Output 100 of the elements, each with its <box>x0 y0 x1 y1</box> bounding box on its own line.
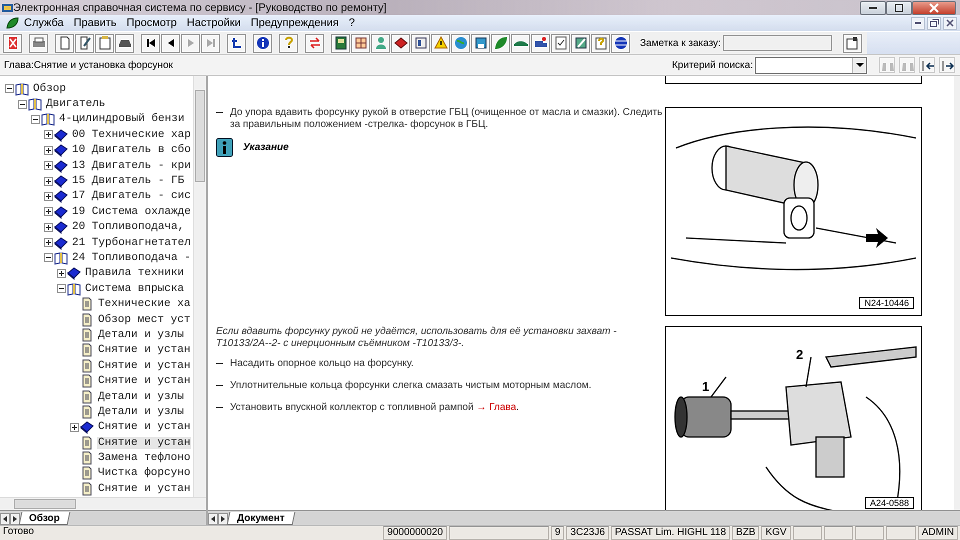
menu-item[interactable]: Служба <box>19 17 69 29</box>
tree-item[interactable]: 20 Топливоподача, <box>71 221 186 234</box>
close-button[interactable] <box>912 0 956 14</box>
tree-item[interactable]: Система впрыска <box>84 282 186 295</box>
toolbar-button[interactable] <box>75 34 94 52</box>
field-label: Заметка к заказу: <box>640 38 721 48</box>
plus-icon <box>57 268 66 278</box>
menu-item[interactable]: Настройки <box>182 17 246 29</box>
menu-item[interactable]: Предупреждения <box>246 17 344 29</box>
toolbar-button[interactable] <box>55 34 74 52</box>
tree-item[interactable]: Детали и узлы <box>97 328 185 341</box>
tree-item[interactable]: Детали и узлы <box>97 406 185 418</box>
previous-tab-button[interactable] <box>0 513 10 525</box>
tree-item[interactable]: 24 Топливоподача - <box>71 252 192 264</box>
tree-item[interactable]: Обзор <box>32 82 68 95</box>
tree-item[interactable]: Снятие и устан <box>97 344 192 356</box>
toolbar-button[interactable] <box>95 34 114 52</box>
toolbar-button[interactable] <box>571 34 590 52</box>
tree-item[interactable]: Двигатель <box>45 98 106 110</box>
tree-item[interactable]: 19 Система охлажде <box>71 206 192 218</box>
minimize-button[interactable] <box>911 16 925 30</box>
striped-ball-icon <box>612 35 628 51</box>
toolbar-button[interactable] <box>531 34 550 52</box>
toolbar-button[interactable] <box>253 34 272 52</box>
toolbar-button[interactable] <box>939 57 955 73</box>
chapter-link[interactable]: → Глава <box>476 402 516 413</box>
tree-item[interactable]: 13 Двигатель - кри <box>71 160 192 172</box>
tree-item[interactable]: Правила техники <box>84 267 186 280</box>
toolbar-button[interactable] <box>471 34 490 52</box>
next-tab-button[interactable] <box>218 513 228 525</box>
tree-item[interactable]: Обзор мест уст <box>97 314 192 326</box>
tree-item[interactable]: Снятие и устан <box>97 482 192 495</box>
tree-item[interactable]: 17 Двигатель - сис <box>71 190 192 202</box>
tree-item[interactable]: 10 Двигатель в сбо <box>71 144 192 156</box>
app-icon <box>2 2 13 12</box>
horizontal-scrollbar[interactable] <box>0 497 206 510</box>
previous-tab-button[interactable] <box>208 513 218 525</box>
toolbar-button[interactable] <box>115 34 134 52</box>
page-icon <box>80 451 94 466</box>
tree-item[interactable]: 4-цилиндровый бензи <box>58 113 186 126</box>
expand-toggle[interactable] <box>17 98 28 110</box>
left-triangle-icon <box>1 515 9 523</box>
close-button[interactable] <box>943 16 957 30</box>
vertical-scrollbar[interactable] <box>193 76 206 497</box>
toolbar-button[interactable] <box>29 34 48 52</box>
tree-item[interactable]: 00 Технические хар <box>71 128 192 141</box>
toolbar-button[interactable] <box>351 34 370 52</box>
toolbar-button[interactable] <box>591 34 610 52</box>
toolbar-button[interactable] <box>227 34 246 52</box>
minimize-button[interactable] <box>860 0 886 14</box>
page-icon <box>80 466 94 480</box>
book-icon <box>54 220 68 234</box>
tree-item[interactable]: Снятие и устан <box>97 436 192 449</box>
tree-item[interactable]: Замена тефлоно <box>97 452 192 464</box>
expand-toggle[interactable] <box>56 283 67 294</box>
next-tab-button[interactable] <box>10 513 20 525</box>
menu-item[interactable]: ? <box>344 17 360 29</box>
toolbar-button[interactable] <box>842 34 862 52</box>
tree-item[interactable]: Технические ха <box>97 298 192 310</box>
menu-item[interactable]: Править <box>68 17 122 29</box>
toolbar-button[interactable] <box>919 57 935 73</box>
tree-item[interactable]: Снятие и устан <box>97 375 192 388</box>
minimize-icon <box>869 6 877 8</box>
expand-toggle[interactable] <box>43 252 54 264</box>
tree-item[interactable]: Чистка форсуно <box>97 467 192 480</box>
scrollbar-thumb[interactable] <box>195 90 205 182</box>
restore-button[interactable] <box>927 16 941 30</box>
instruction-text: Насадить опорное кольцо на форсунку. <box>230 358 414 371</box>
toolbar-button[interactable] <box>611 34 630 52</box>
tree-item[interactable]: Детали и узлы <box>97 390 185 402</box>
tab[interactable]: Документ <box>226 512 296 525</box>
menu-item[interactable]: Просмотр <box>122 17 182 29</box>
status-field: 9 <box>550 526 564 540</box>
page-icon <box>80 390 94 404</box>
dropdown-arrow-button[interactable] <box>852 58 866 72</box>
toolbar-button[interactable] <box>391 34 410 52</box>
pen-icon <box>572 35 588 51</box>
toolbar-button[interactable] <box>551 34 570 52</box>
minus-icon <box>18 100 27 109</box>
toolbar-button[interactable] <box>161 34 180 52</box>
toolbar-button[interactable] <box>411 34 430 52</box>
window-title: Электронная справочная система по сервису - [Руководство по ремонту] <box>13 2 388 14</box>
expand-toggle[interactable] <box>30 114 41 125</box>
expand-toggle[interactable] <box>4 83 15 94</box>
plus-icon <box>44 192 53 201</box>
tree-item[interactable]: Снятие и устан <box>97 421 192 434</box>
toolbar-button[interactable] <box>331 34 350 52</box>
search-dropdown[interactable] <box>755 56 867 74</box>
tree-item[interactable]: 21 Турбонагнетател <box>71 236 192 249</box>
tab[interactable]: Обзор <box>18 512 70 525</box>
toolbar-button[interactable] <box>141 34 160 52</box>
book-icon <box>54 158 68 173</box>
maximize-button[interactable] <box>886 0 912 14</box>
scrollbar-thumb[interactable] <box>14 499 76 509</box>
tree-item[interactable]: Снятие и устан <box>97 360 192 372</box>
page-icon <box>80 358 94 373</box>
right-triangle-icon <box>11 515 19 523</box>
tree-item[interactable]: 15 Двигатель - ГБ <box>71 175 186 188</box>
search-label: Критерий поиска: <box>672 60 753 70</box>
note-field[interactable] <box>722 35 832 51</box>
